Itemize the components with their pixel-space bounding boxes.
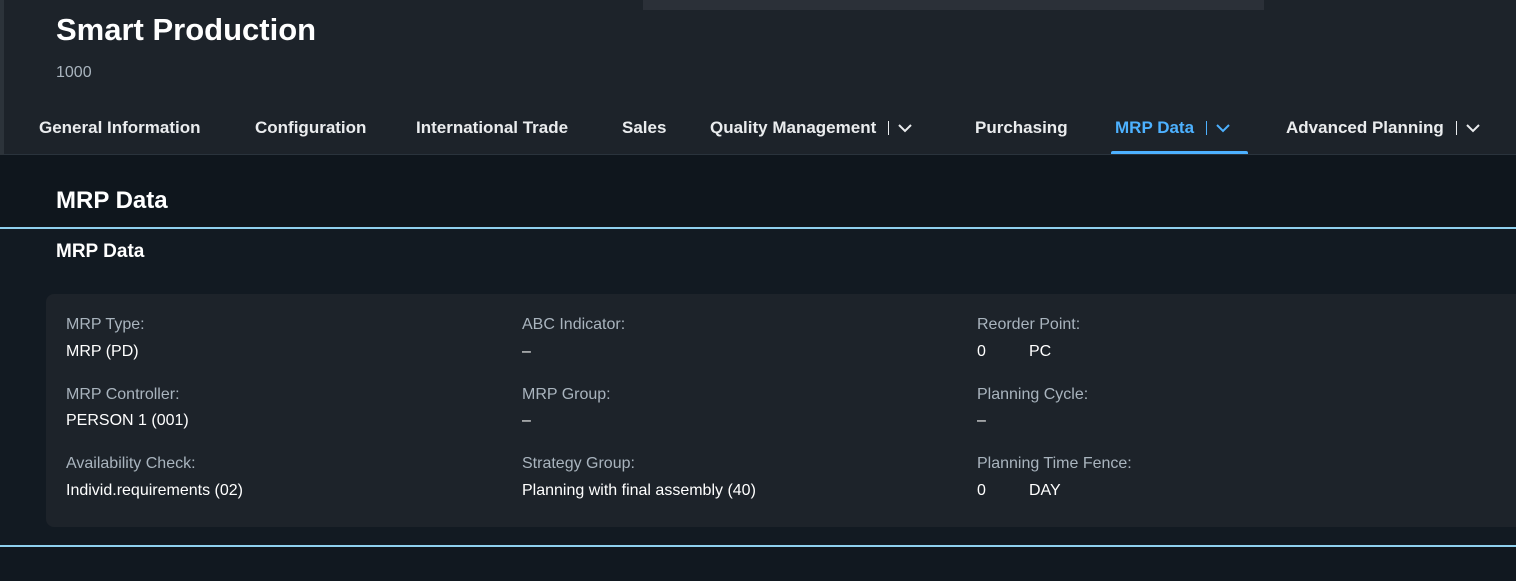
active-tab-indicator (1111, 151, 1248, 154)
tab-label: General Information (39, 118, 201, 137)
mrp-controller-label: MRP Controller: (66, 386, 180, 403)
tab-sales[interactable]: Sales (622, 116, 666, 140)
tab-general-information[interactable]: General Information (39, 116, 201, 140)
mrp-group-label: MRP Group: (522, 386, 611, 403)
page-footer-area (0, 547, 1516, 581)
availability-check-value: Individ.requirements (02) (66, 482, 243, 499)
tab-label: Purchasing (975, 118, 1068, 137)
abc-indicator-label: ABC Indicator: (522, 316, 626, 333)
strategy-group-value: Planning with final assembly (40) (522, 482, 756, 499)
top-strip (643, 0, 1264, 10)
planning-cycle-label: Planning Cycle: (977, 386, 1089, 403)
abc-indicator-value: – (522, 343, 531, 360)
tab-label: Configuration (255, 118, 367, 137)
subsection-title: MRP Data (56, 241, 145, 262)
tab-separator (1206, 121, 1208, 135)
mrp-type-value: MRP (PD) (66, 343, 139, 360)
strategy-group-label: Strategy Group: (522, 455, 635, 472)
app-subtitle: 1000 (56, 64, 92, 81)
tab-mrp-data[interactable]: MRP Data (1115, 116, 1230, 140)
chevron-down-icon[interactable] (898, 123, 912, 133)
availability-check-label: Availability Check: (66, 455, 196, 472)
tab-advanced-planning[interactable]: Advanced Planning (1286, 116, 1480, 140)
mrp-group-value: – (522, 412, 531, 429)
tab-label: Advanced Planning (1286, 118, 1444, 137)
planning-time-fence-unit: DAY (1029, 482, 1061, 499)
reorder-point-label: Reorder Point: (977, 316, 1081, 333)
planning-time-fence-label: Planning Time Fence: (977, 455, 1132, 472)
tab-label: Sales (622, 118, 667, 137)
section-title: MRP Data (56, 187, 168, 214)
tab-quality-management[interactable]: Quality Management (710, 116, 912, 140)
left-edge (0, 0, 4, 155)
tab-international-trade[interactable]: International Trade (416, 116, 568, 140)
chevron-down-icon[interactable] (1216, 123, 1230, 133)
planning-cycle-value: – (977, 412, 986, 429)
tab-separator (888, 121, 890, 135)
tab-label: Quality Management (710, 118, 877, 137)
reorder-point-value: 0 (977, 343, 986, 360)
tab-configuration[interactable]: Configuration (255, 116, 366, 140)
tab-purchasing[interactable]: Purchasing (975, 116, 1068, 140)
reorder-point-unit: PC (1029, 343, 1052, 360)
mrp-data-card (46, 294, 1516, 527)
tab-separator (1455, 121, 1457, 135)
tab-label: MRP Data (1115, 118, 1195, 137)
tab-label: International Trade (416, 118, 569, 137)
mrp-controller-value: PERSON 1 (001) (66, 412, 189, 429)
mrp-type-label: MRP Type: (66, 316, 145, 333)
chevron-down-icon[interactable] (1466, 123, 1480, 133)
app-title: Smart Production (56, 12, 317, 47)
planning-time-fence-value: 0 (977, 482, 986, 499)
